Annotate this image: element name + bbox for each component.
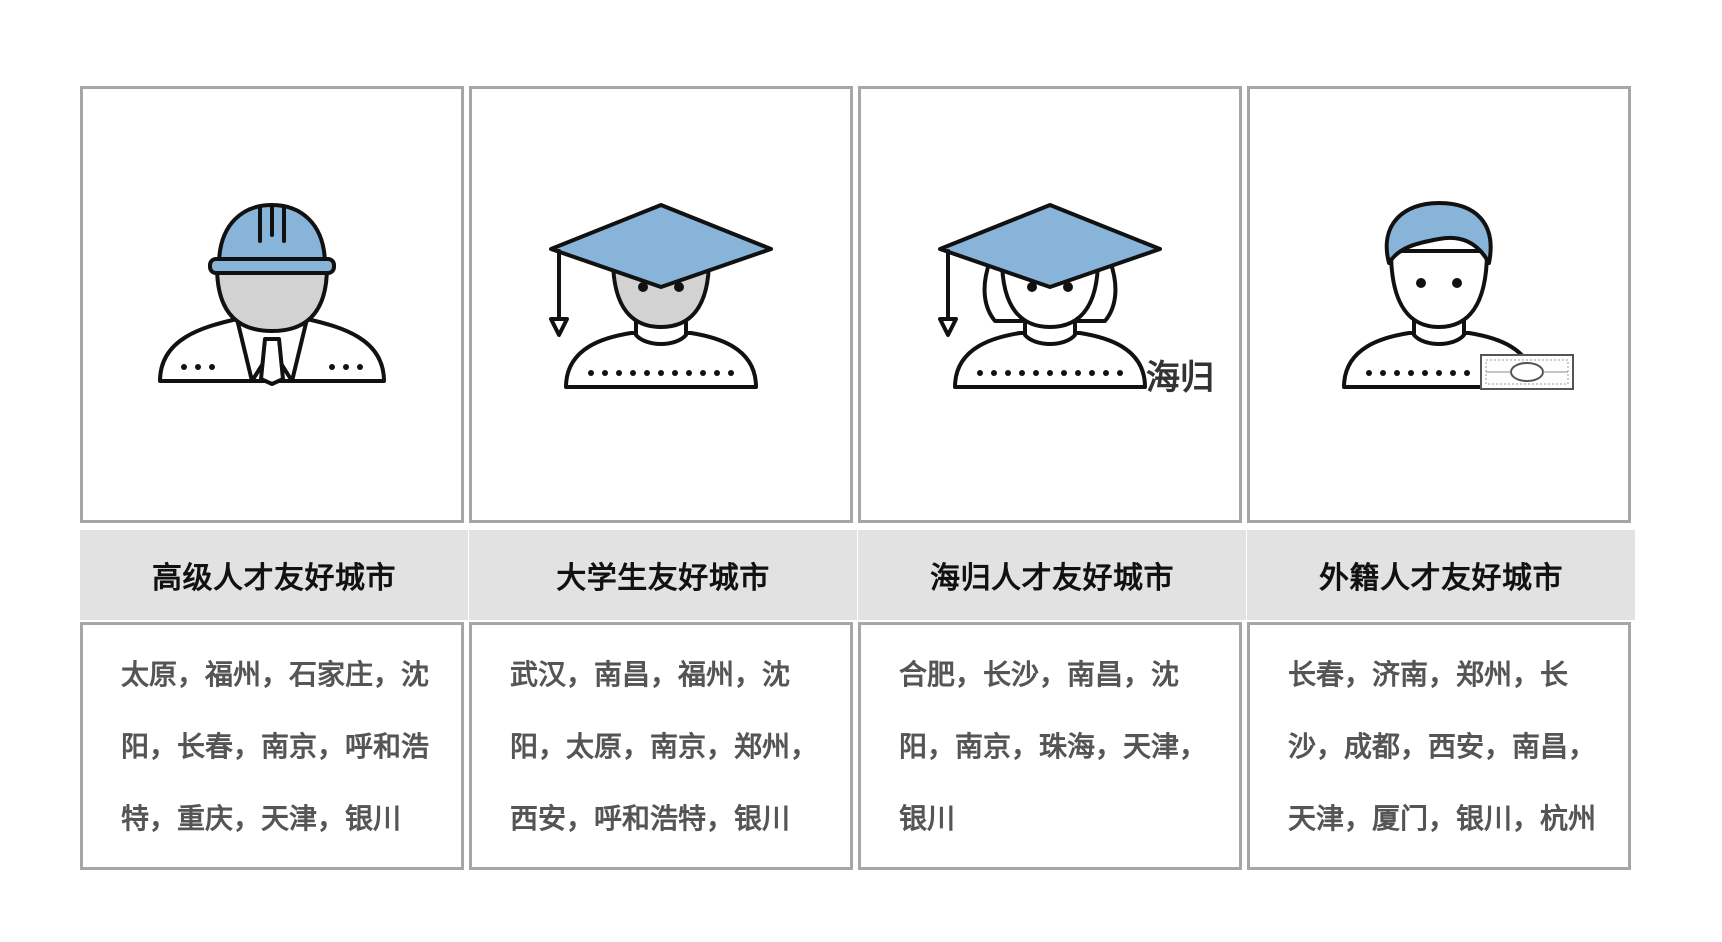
city-list: 武汉，南昌，福州，沈阳，太原，南京，郑州，西安，呼和浩特，银川 [469, 622, 853, 870]
foreigner-money-icon [1342, 201, 1574, 390]
city-list: 太原，福州，石家庄，沈阳，长春，南京，呼和浩特，重庆，天津，银川 [80, 622, 464, 870]
column-returnee: 海归 海归人才友好城市 合肥，长沙，南昌，沈阳，南京，珠海，天津，银川 [858, 86, 1246, 870]
column-title: 高级人才友好城市 [80, 530, 468, 620]
column-title: 海归人才友好城市 [858, 530, 1246, 620]
city-list: 长春，济南，郑州，长沙，成都，西安，南昌，天津，厦门，银川，杭州 [1247, 622, 1631, 870]
column-title: 外籍人才友好城市 [1247, 530, 1635, 620]
icon-panel: 海归 [858, 86, 1242, 523]
column-graduate: 大学生友好城市 武汉，南昌，福州，沈阳，太原，南京，郑州，西安，呼和浩特，银川 [469, 86, 857, 870]
column-title: 大学生友好城市 [469, 530, 857, 620]
banknote-icon [1480, 354, 1574, 390]
column-senior-talent: 高级人才友好城市 太原，福州，石家庄，沈阳，长春，南京，呼和浩特，重庆，天津，银… [80, 86, 468, 870]
returnee-graduate-icon: 海归 [938, 203, 1214, 398]
graduate-cap-icon [549, 203, 773, 389]
returnee-label: 海归 [1146, 358, 1214, 398]
talent-city-grid: 高级人才友好城市 太原，福州，石家庄，沈阳，长春，南京，呼和浩特，重庆，天津，银… [80, 86, 1635, 870]
city-list: 合肥，长沙，南昌，沈阳，南京，珠海，天津，银川 [858, 622, 1242, 870]
column-foreign-talent: 外籍人才友好城市 长春，济南，郑州，长沙，成都，西安，南昌，天津，厦门，银川，杭… [1247, 86, 1635, 870]
icon-panel [80, 86, 464, 523]
icon-panel [1247, 86, 1631, 523]
icon-panel [469, 86, 853, 523]
worker-hardhat-icon [158, 203, 386, 386]
